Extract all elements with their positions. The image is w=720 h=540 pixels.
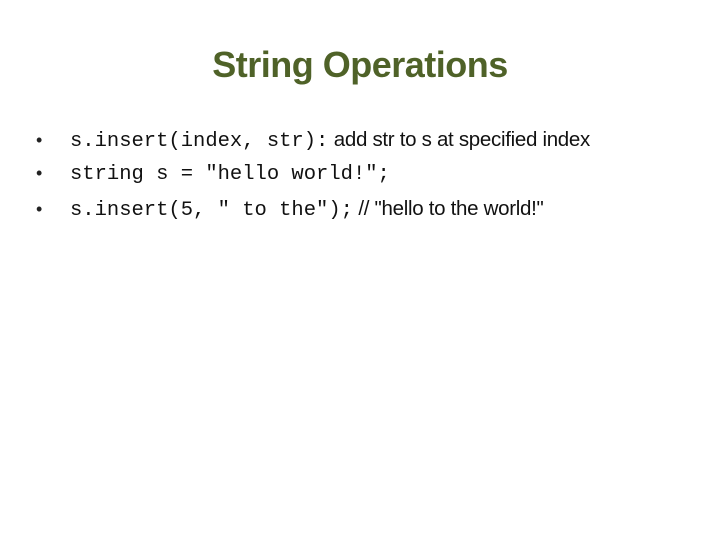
bullet-item: • s.insert(index, str): add str to s at … (36, 128, 590, 163)
slide-title: String Operations (212, 44, 508, 85)
bullet-dot-icon: • (36, 130, 43, 150)
bullet-dot-icon: • (36, 199, 43, 219)
bullet-list: • s.insert(index, str): add str to s at … (36, 128, 590, 232)
bullet-dot-icon: • (36, 162, 43, 183)
code-snippet: string s = "hello world!"; (70, 162, 390, 186)
bullet-comment: // "hello to the world!" (352, 197, 544, 220)
bullet-description: add str to s at specified index (328, 128, 591, 151)
bullet-item: • string s = "hello world!"; (36, 163, 590, 198)
code-snippet: s.insert(index, str): (70, 130, 329, 153)
bullet-item: • s.insert(5, " to the"); // "hello to t… (36, 197, 590, 232)
code-snippet: s.insert(5, " to the"); (70, 199, 353, 222)
